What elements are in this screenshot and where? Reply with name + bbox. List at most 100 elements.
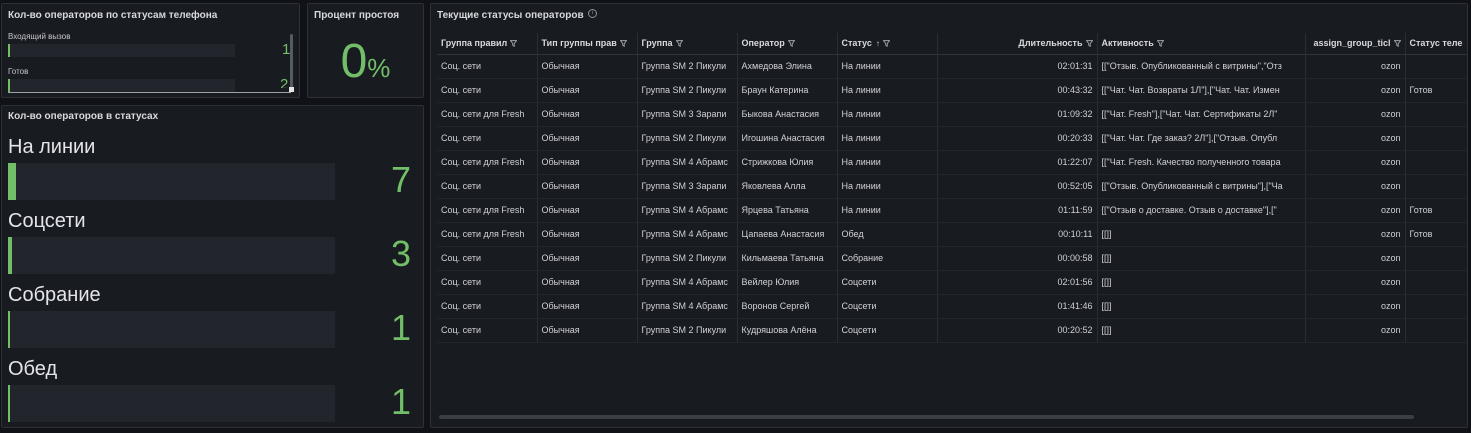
- table-cell: Собрание: [837, 246, 938, 271]
- table-cell: 00:52:05: [937, 174, 1098, 199]
- column-header-label: Статус теле: [1409, 38, 1463, 49]
- table-cell: Обычная: [537, 174, 638, 199]
- table-row[interactable]: Соц. сети Обычная Группа SM 2 Пикули Ахмедо…: [437, 54, 1467, 79]
- filter-icon[interactable]: [785, 38, 795, 48]
- table-cell: На линии: [837, 126, 938, 151]
- table-row[interactable]: Соц. сети для Fresh Обычная Группа SM 4 Аб…: [437, 150, 1467, 175]
- table-cell: Группа SM 4 Абрамс: [637, 150, 738, 175]
- table-cell: 02:01:56: [937, 270, 1098, 295]
- bar-fill-ready: [8, 79, 10, 92]
- idle-percent-value: 0%: [308, 34, 423, 89]
- table-cell: Соцсети: [837, 318, 938, 343]
- table-cell: Соц. сети для Fresh: [437, 198, 538, 223]
- idle-percent-number: 0: [340, 35, 368, 88]
- table-cell: Соц. сети: [437, 126, 538, 151]
- table-cell: [1405, 270, 1467, 295]
- table-cell: Браун Катерина: [737, 78, 838, 103]
- status-value-on-line: 7: [390, 159, 411, 200]
- table-cell: ozon: [1305, 270, 1406, 295]
- panel-title: Текущие статусы операторов: [437, 10, 584, 21]
- table-cell: Соц. сети: [437, 54, 538, 79]
- column-header-label: Группа правил: [441, 38, 508, 49]
- table-cell: ozon: [1305, 198, 1406, 223]
- bar-label-ready: Готов: [8, 67, 29, 76]
- filter-icon[interactable]: [1154, 38, 1164, 48]
- column-header[interactable]: Группа правил: [437, 33, 538, 55]
- bar-track-ready: [8, 79, 235, 92]
- table-cell: Соц. сети: [437, 78, 538, 103]
- table-row[interactable]: Соц. сети Обычная Группа SM 3 Зарапи Яковле…: [437, 174, 1467, 199]
- table-cell: 01:11:59: [937, 198, 1098, 223]
- column-header[interactable]: Активность: [1097, 33, 1306, 55]
- filter-icon[interactable]: [1083, 38, 1093, 48]
- table-cell: [["Отзыв о доставке. Отзыв о доставке"],…: [1097, 198, 1306, 223]
- table-cell: 00:00:58: [937, 246, 1098, 271]
- table-cell: Группа SM 2 Пикули: [637, 78, 738, 103]
- table-cell: Готов: [1405, 222, 1467, 247]
- table-cell: [1405, 174, 1467, 199]
- table-row[interactable]: Соц. сети Обычная Группа SM 2 Пикули Кудряш…: [437, 318, 1467, 343]
- table-row[interactable]: Соц. сети Обычная Группа SM 4 Абрамс Вороно…: [437, 294, 1467, 319]
- table-cell: Ярцева Татьяна: [737, 198, 838, 223]
- table-cell: Готов: [1405, 78, 1467, 103]
- column-header[interactable]: Оператор: [737, 33, 838, 55]
- table-cell: [["Чат. Fresh"],["Чат. Чат. Сертификаты …: [1097, 102, 1306, 127]
- table-cell: Группа SM 2 Пикули: [637, 126, 738, 151]
- info-icon[interactable]: i: [588, 9, 597, 18]
- table-cell: ozon: [1305, 318, 1406, 343]
- table-cell: [1405, 150, 1467, 175]
- table-cell: [[]]: [1097, 222, 1306, 247]
- status-bar-track-on-line: [8, 163, 335, 200]
- table-cell: Соц. сети для Fresh: [437, 150, 538, 175]
- table-row[interactable]: Соц. сети Обычная Группа SM 2 Пикули Кильма…: [437, 246, 1467, 271]
- table-cell: Группа SM 2 Пикули: [637, 54, 738, 79]
- table-cell: Обычная: [537, 294, 638, 319]
- status-bar-fill-lunch: [8, 385, 10, 422]
- table-row[interactable]: Соц. сети для Fresh Обычная Группа SM 4 Аб…: [437, 198, 1467, 223]
- column-header[interactable]: Группа: [637, 33, 738, 55]
- filter-icon[interactable]: [1391, 38, 1401, 48]
- status-value-meeting: 1: [390, 307, 411, 348]
- table-cell: ozon: [1305, 150, 1406, 175]
- table-cell: Кудряшова Алёна: [737, 318, 838, 343]
- table-cell: Обычная: [537, 102, 638, 127]
- filter-icon[interactable]: [880, 38, 890, 48]
- table-cell: Цапаева Анастасия: [737, 222, 838, 247]
- column-header-label: Статус: [841, 38, 872, 49]
- horizontal-scrollbar[interactable]: [439, 415, 1414, 419]
- column-header[interactable]: Тип группы прав: [537, 33, 638, 55]
- resize-handle-icon[interactable]: [289, 87, 294, 92]
- table-row[interactable]: Соц. сети Обычная Группа SM 2 Пикули Игошин…: [437, 126, 1467, 151]
- status-label-lunch: Обед: [8, 358, 58, 380]
- table-cell: [1405, 246, 1467, 271]
- table-cell: Соц. сети для Fresh: [437, 222, 538, 247]
- column-header[interactable]: Длительность: [937, 33, 1098, 55]
- column-header[interactable]: Статус теле: [1405, 33, 1467, 55]
- status-bar-fill-meeting: [8, 311, 10, 348]
- table-cell: Кильмаева Татьяна: [737, 246, 838, 271]
- filter-icon[interactable]: [507, 38, 518, 48]
- table-cell: На линии: [837, 198, 938, 223]
- column-header-label: Длительность: [1018, 38, 1083, 49]
- operators-table-panel: Текущие статусы операторов i Группа прав…: [430, 3, 1468, 428]
- column-header[interactable]: Статус ↑: [837, 33, 938, 55]
- table-cell: Соц. сети: [437, 294, 538, 319]
- horizontal-scrollbar[interactable]: [8, 92, 291, 93]
- filter-icon[interactable]: [673, 38, 683, 48]
- table-cell: Соц. сети для Fresh: [437, 102, 538, 127]
- column-header[interactable]: assign_group_ticl: [1305, 33, 1406, 55]
- table-row[interactable]: Соц. сети Обычная Группа SM 4 Абрамс Вейлер…: [437, 270, 1467, 295]
- table-row[interactable]: Соц. сети Обычная Группа SM 2 Пикули Браун …: [437, 78, 1467, 103]
- table-cell: [["Чат. Чат. Где заказ? 2Л"],["Отзыв. Оп…: [1097, 126, 1306, 151]
- table-cell: Соцсети: [837, 294, 938, 319]
- table-row[interactable]: Соц. сети для Fresh Обычная Группа SM 3 За…: [437, 102, 1467, 127]
- table-row[interactable]: Соц. сети для Fresh Обычная Группа SM 4 Аб…: [437, 222, 1467, 247]
- table-cell: Группа SM 4 Абрамс: [637, 294, 738, 319]
- vertical-scrollbar[interactable]: [290, 34, 293, 92]
- phone-status-panel: Кол-во операторов по статусам телефона В…: [1, 3, 300, 98]
- column-header-label: assign_group_ticl: [1313, 38, 1391, 49]
- filter-icon[interactable]: [617, 38, 627, 48]
- table-cell: [["Чат. Чат. Возвраты 1Л"],["Чат. Чат. И…: [1097, 78, 1306, 103]
- table-cell: 02:01:31: [937, 54, 1098, 79]
- idle-percent-unit: %: [367, 53, 391, 83]
